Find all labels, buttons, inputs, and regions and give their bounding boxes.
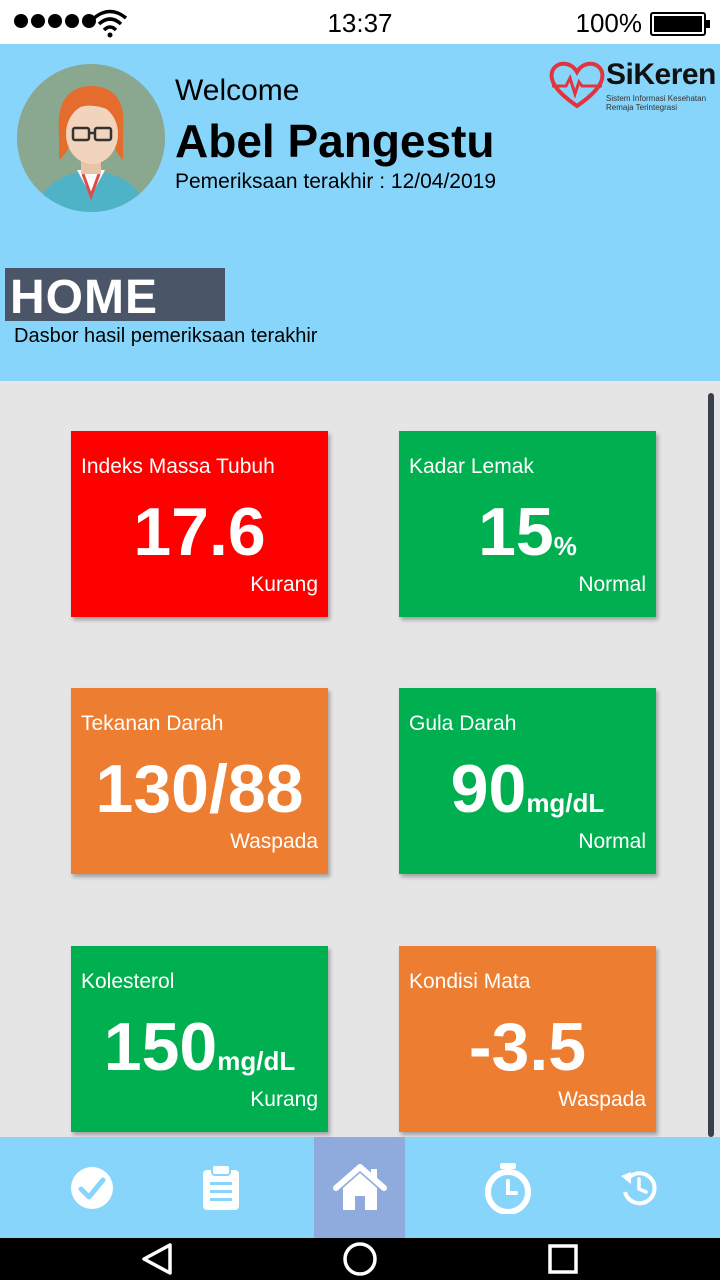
check-circle-icon bbox=[70, 1166, 113, 1209]
battery-percentage: 100% bbox=[575, 8, 643, 38]
stopwatch-icon bbox=[484, 1162, 531, 1214]
card-status: Kurang bbox=[250, 1088, 318, 1111]
system-nav-bar bbox=[0, 1238, 720, 1280]
card-value: 90mg/dL bbox=[450, 751, 605, 827]
card-value: 130/88 bbox=[95, 751, 304, 827]
card-title: Kadar Lemak bbox=[409, 455, 534, 478]
card-value: 150mg/dL bbox=[103, 1009, 296, 1085]
recents-icon[interactable] bbox=[546, 1242, 580, 1276]
card-value: -3.5 bbox=[468, 1009, 587, 1085]
scrollbar[interactable] bbox=[708, 393, 714, 1137]
card-status: Kurang bbox=[250, 573, 318, 596]
card-title: Kondisi Mata bbox=[409, 970, 531, 993]
card-status: Waspada bbox=[558, 1088, 646, 1111]
nav-history[interactable] bbox=[593, 1137, 684, 1238]
card-title: Kolesterol bbox=[81, 970, 175, 993]
logo-tagline: Sistem Informasi Kesehatan Remaja Terint… bbox=[606, 94, 707, 112]
status-bar: 13:37 100% bbox=[0, 0, 720, 44]
logo-name: SiKeren bbox=[606, 58, 716, 91]
profile-header: Welcome Abel Pangestu Pemeriksaan terakh… bbox=[0, 44, 720, 381]
card-blood-pressure[interactable]: Tekanan Darah 130/88 Waspada bbox=[71, 688, 328, 874]
card-status: Normal bbox=[578, 830, 646, 853]
card-body-fat[interactable]: Kadar Lemak 15% Normal bbox=[399, 431, 656, 617]
nav-records[interactable] bbox=[175, 1137, 266, 1238]
history-icon bbox=[620, 1170, 657, 1205]
card-status: Normal bbox=[578, 573, 646, 596]
nav-timer[interactable] bbox=[462, 1137, 553, 1238]
card-value: 17.6 bbox=[133, 494, 266, 570]
page-title: HOME bbox=[10, 271, 158, 324]
card-blood-sugar[interactable]: Gula Darah 90mg/dL Normal bbox=[399, 688, 656, 874]
user-name: Abel Pangestu bbox=[175, 115, 495, 167]
last-check-date: Pemeriksaan terakhir : 12/04/2019 bbox=[175, 170, 497, 193]
card-eye-condition[interactable]: Kondisi Mata -3.5 Waspada bbox=[399, 946, 656, 1132]
page-subtitle: Dasbor hasil pemeriksaan terakhir bbox=[14, 325, 318, 347]
card-title: Tekanan Darah bbox=[81, 712, 224, 735]
card-title: Gula Darah bbox=[409, 712, 517, 735]
nav-home[interactable] bbox=[314, 1137, 405, 1238]
back-icon[interactable] bbox=[138, 1241, 178, 1277]
home-circle-icon[interactable] bbox=[341, 1240, 379, 1278]
bottom-nav bbox=[0, 1137, 720, 1238]
home-icon bbox=[332, 1163, 387, 1210]
app-logo: SiKeren Sistem Informasi Kesehatan Remaj… bbox=[548, 58, 716, 114]
heart-pulse-icon bbox=[549, 61, 605, 109]
battery-icon bbox=[650, 12, 710, 36]
clipboard-icon bbox=[202, 1163, 239, 1210]
avatar[interactable] bbox=[17, 64, 165, 212]
card-cholesterol[interactable]: Kolesterol 150mg/dL Kurang bbox=[71, 946, 328, 1132]
card-title: Indeks Massa Tubuh bbox=[81, 455, 275, 478]
card-value: 15% bbox=[478, 494, 577, 570]
card-bmi[interactable]: Indeks Massa Tubuh 17.6 Kurang bbox=[71, 431, 328, 617]
card-status: Waspada bbox=[230, 830, 318, 853]
welcome-text: Welcome bbox=[175, 74, 300, 107]
nav-checkup[interactable] bbox=[46, 1137, 137, 1238]
